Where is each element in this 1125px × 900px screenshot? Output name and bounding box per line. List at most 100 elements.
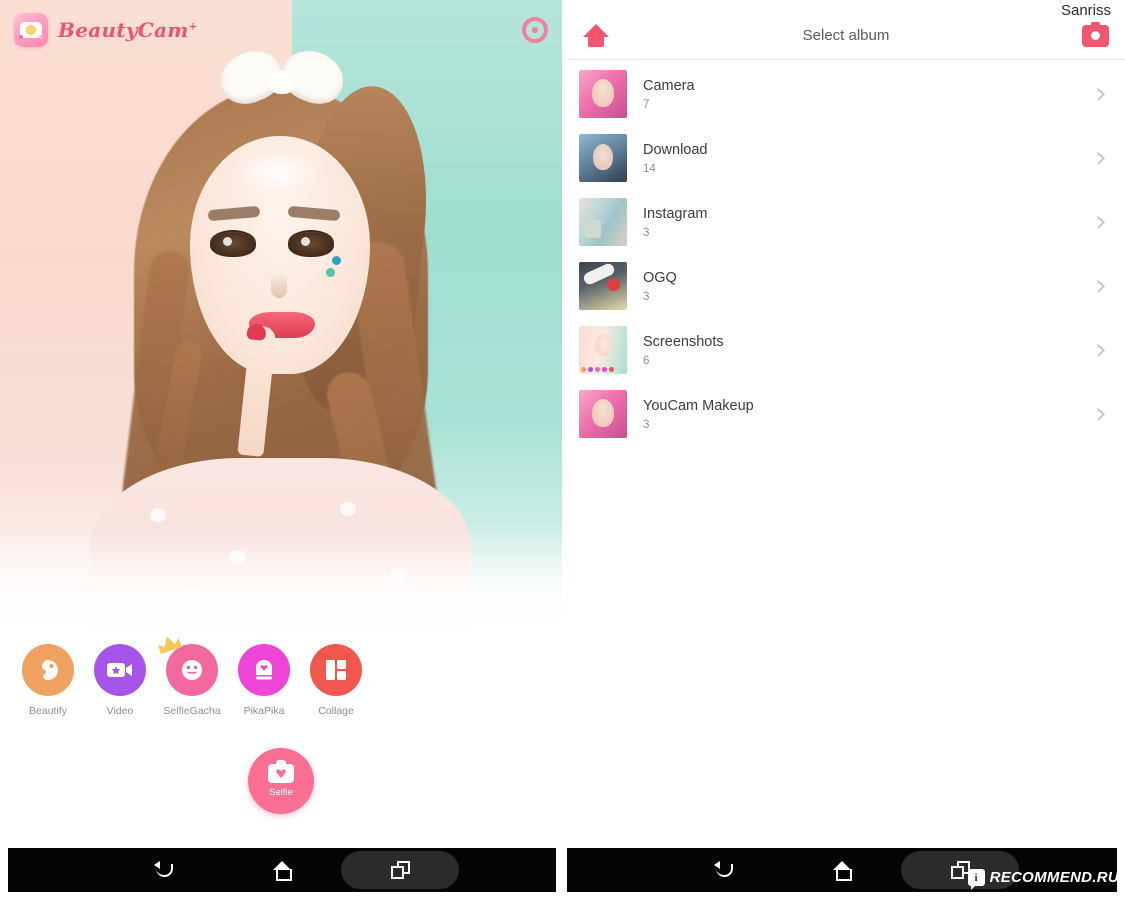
feature-button-pikapika[interactable]: PikaPika bbox=[228, 644, 300, 717]
home-outline-icon bbox=[272, 860, 292, 881]
album-meta: YouCam Makeup 3 bbox=[643, 397, 1094, 431]
feature-button-collage[interactable]: Collage bbox=[300, 644, 372, 717]
album-count: 6 bbox=[643, 354, 650, 367]
thumb-dot bbox=[581, 367, 586, 372]
recents-square-front bbox=[950, 866, 964, 879]
album-count: 3 bbox=[643, 226, 650, 239]
album-thumbnail bbox=[579, 134, 627, 182]
feature-label: SelfieGacha bbox=[163, 705, 221, 717]
nav-back-button[interactable] bbox=[105, 851, 223, 889]
camera-icon[interactable] bbox=[1082, 21, 1109, 47]
eye-right bbox=[288, 232, 334, 257]
feature-button-row: Beautify Video SelfieGacha PikaPika Coll… bbox=[0, 644, 562, 717]
logo-dot bbox=[19, 35, 23, 39]
site-watermark: i RECOMMEND.RU bbox=[967, 869, 1119, 890]
heart-glyph bbox=[276, 769, 286, 778]
feature-label: Beautify bbox=[29, 705, 67, 717]
album-thumbnail bbox=[579, 198, 627, 246]
beautify-glyph bbox=[42, 660, 58, 680]
home-outline-icon bbox=[832, 860, 852, 881]
album-list-item-instagram[interactable]: Instagram 3 bbox=[567, 190, 1125, 254]
feature-label: PikaPika bbox=[243, 705, 285, 717]
forehead-highlight bbox=[234, 150, 320, 196]
album-name: Download bbox=[643, 142, 708, 159]
thumb-dot bbox=[588, 367, 593, 372]
pikapika-glyph bbox=[256, 660, 272, 680]
video-camera-icon bbox=[94, 644, 146, 696]
thumb-shape bbox=[595, 334, 612, 356]
album-count: 14 bbox=[643, 162, 656, 175]
beautify-face-icon bbox=[22, 644, 74, 696]
album-list-item-camera[interactable]: Camera 7 bbox=[567, 62, 1125, 126]
selfie-button-wrap: Selfie bbox=[0, 748, 562, 814]
face-sticker-blue bbox=[332, 256, 341, 265]
chevron-right-icon bbox=[1092, 407, 1105, 421]
album-meta: Camera 7 bbox=[643, 77, 1094, 111]
logo-lens-shape bbox=[26, 25, 36, 35]
album-thumbnail bbox=[579, 326, 627, 374]
chevron-right-icon bbox=[1092, 87, 1105, 101]
nav-home-button[interactable] bbox=[783, 851, 901, 889]
feature-button-video[interactable]: Video bbox=[84, 644, 156, 717]
chevron-right-icon bbox=[1092, 279, 1105, 293]
chevron-right-icon bbox=[1092, 151, 1105, 165]
watermark-badge-icon: i bbox=[967, 869, 985, 890]
collage-grid-icon bbox=[310, 644, 362, 696]
nav-back-button[interactable] bbox=[665, 851, 783, 889]
album-list-item-download[interactable]: Download 14 bbox=[567, 126, 1125, 190]
feature-button-beautify[interactable]: Beautify bbox=[12, 644, 84, 717]
album-meta: Download 14 bbox=[643, 141, 1094, 175]
thumb-dot bbox=[595, 367, 600, 372]
feature-button-selfiegacha[interactable]: SelfieGacha bbox=[156, 644, 228, 717]
album-list-item-ogq[interactable]: OGQ 3 bbox=[567, 254, 1125, 318]
album-count: 3 bbox=[643, 418, 650, 431]
face-sticker-green bbox=[326, 268, 335, 277]
album-meta: Screenshots 6 bbox=[643, 333, 1094, 367]
eye-left bbox=[210, 232, 256, 257]
beautycam-app-logo-icon bbox=[14, 13, 48, 47]
screenshot-root: BeautyCam+ Beautify Video SelfieGacha Pi… bbox=[0, 0, 1125, 900]
logo-dot bbox=[39, 35, 43, 39]
album-screen-header: Select album bbox=[567, 12, 1125, 60]
album-thumbnail bbox=[579, 70, 627, 118]
album-name: YouCam Makeup bbox=[643, 398, 754, 415]
sweater-pattern bbox=[150, 508, 166, 522]
chevron-right-icon bbox=[1092, 343, 1105, 357]
album-name: OGQ bbox=[643, 270, 677, 287]
status-bar bbox=[567, 0, 1125, 12]
video-glyph bbox=[107, 663, 132, 677]
album-list: Camera 7 Download 14 Instagram 3 OGQ 3 S… bbox=[567, 60, 1125, 446]
camera-heart-icon bbox=[268, 760, 294, 783]
thumb-dot bbox=[602, 367, 607, 372]
sweater-pattern bbox=[340, 502, 356, 516]
settings-gear-icon[interactable] bbox=[522, 17, 548, 43]
photo-bottom-fade bbox=[0, 528, 562, 648]
recents-square-front bbox=[390, 866, 404, 879]
thumb-dots bbox=[581, 367, 614, 372]
selfie-button-label: Selfie bbox=[269, 787, 293, 798]
album-name: Instagram bbox=[643, 206, 708, 223]
nav-recents-button[interactable] bbox=[341, 851, 459, 889]
album-list-item-youcam-makeup[interactable]: YouCam Makeup 3 bbox=[567, 382, 1125, 446]
feature-label: Video bbox=[106, 705, 134, 717]
thumb-shape bbox=[607, 278, 620, 291]
album-thumbnail bbox=[579, 262, 627, 310]
album-thumbnail bbox=[579, 390, 627, 438]
app-brand-text: BeautyCam bbox=[58, 18, 189, 42]
album-list-item-screenshots[interactable]: Screenshots 6 bbox=[567, 318, 1125, 382]
ribbon-knot bbox=[268, 70, 296, 94]
selfie-capture-button[interactable]: Selfie bbox=[248, 748, 314, 814]
nav-home-button[interactable] bbox=[223, 851, 341, 889]
smiley-glyph bbox=[182, 660, 202, 680]
camera-preview-photo bbox=[0, 0, 562, 648]
recent-apps-icon bbox=[390, 861, 410, 879]
thumb-dot bbox=[609, 367, 614, 372]
smiley-crown-icon bbox=[166, 644, 218, 696]
collage-glyph bbox=[326, 660, 346, 680]
back-arrow-icon bbox=[714, 861, 734, 879]
android-navbar-left bbox=[8, 848, 556, 892]
feature-label: Collage bbox=[318, 705, 354, 717]
album-count: 3 bbox=[643, 290, 650, 303]
watermark-text: RECOMMEND.RU bbox=[989, 869, 1119, 886]
page-title: Select album bbox=[802, 27, 890, 44]
